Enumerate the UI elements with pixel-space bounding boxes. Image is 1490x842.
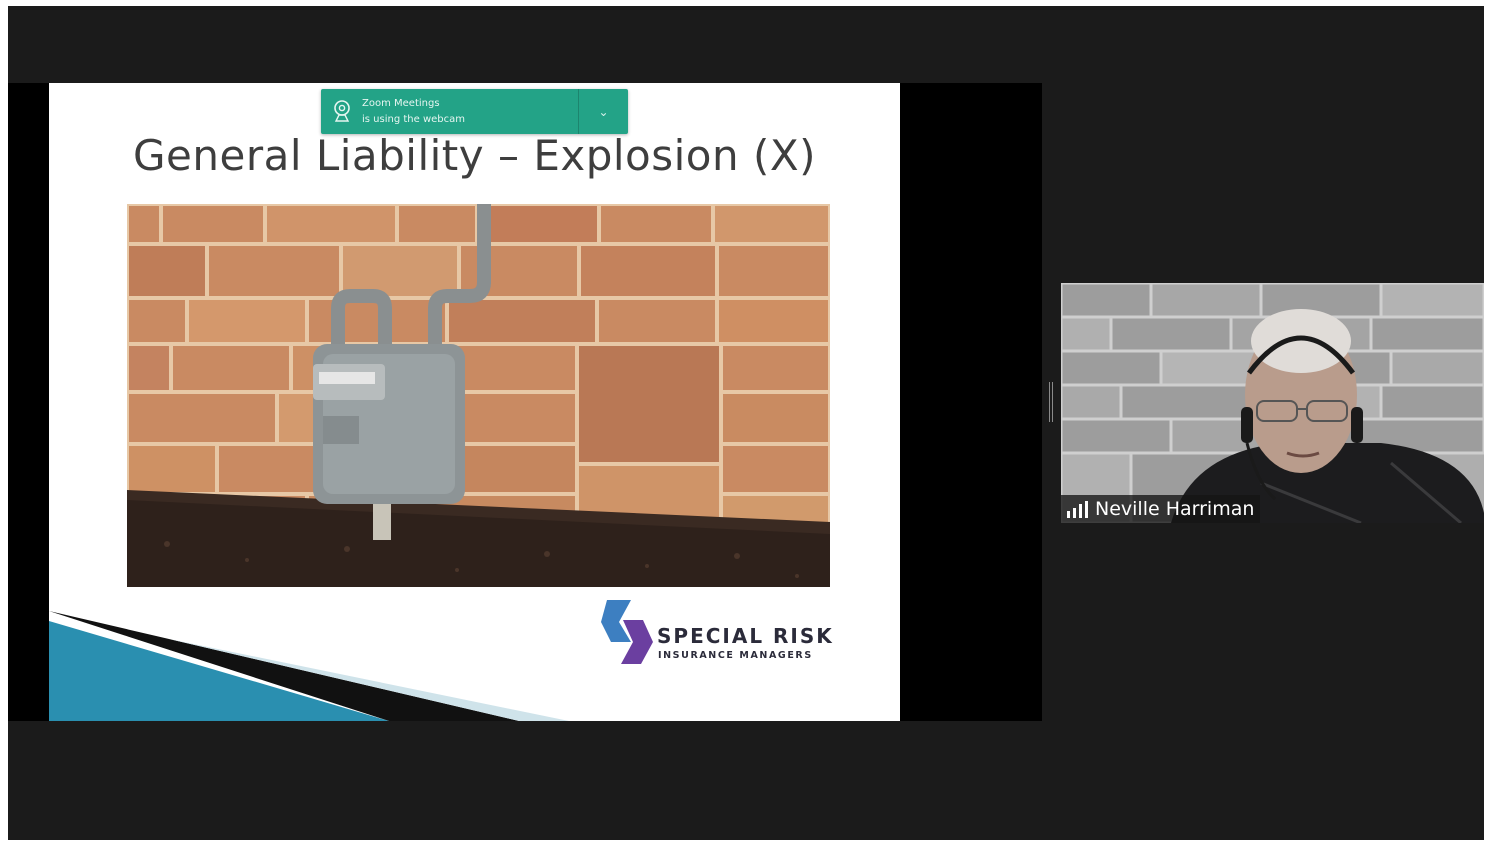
participant-video-tile[interactable]: Neville Harriman: [1061, 283, 1484, 523]
notification-title: Zoom Meetings: [362, 98, 440, 109]
logo-tagline: INSURANCE MANAGERS: [658, 650, 813, 661]
participant-video: [1061, 283, 1484, 523]
presentation-slide: General Liability – Explosion (X) SPECIA…: [49, 83, 900, 721]
signal-bars-icon: [1067, 500, 1088, 518]
webcam-icon: [334, 100, 350, 122]
special-risk-logo-icon: [601, 600, 653, 664]
screen-share-area: General Liability – Explosion (X) SPECIA…: [8, 83, 1042, 721]
participant-name-tag: Neville Harriman: [1061, 495, 1261, 523]
participant-name: Neville Harriman: [1095, 498, 1255, 520]
chevron-down-icon[interactable]: ⌄: [579, 89, 628, 134]
webcam-notification[interactable]: Zoom Meetings is using the webcam ⌄: [321, 89, 628, 134]
zoom-window: General Liability – Explosion (X) SPECIA…: [8, 6, 1484, 840]
panel-splitter-handle[interactable]: [1048, 382, 1054, 422]
gas-meter-photo: [127, 204, 830, 587]
logo-name: SPECIAL RISK: [657, 624, 834, 648]
slide-title: General Liability – Explosion (X): [132, 131, 817, 180]
notification-message: is using the webcam: [362, 114, 465, 125]
slide-decoration: [49, 611, 569, 721]
special-risk-logo: SPECIAL RISK INSURANCE MANAGERS: [601, 600, 834, 664]
